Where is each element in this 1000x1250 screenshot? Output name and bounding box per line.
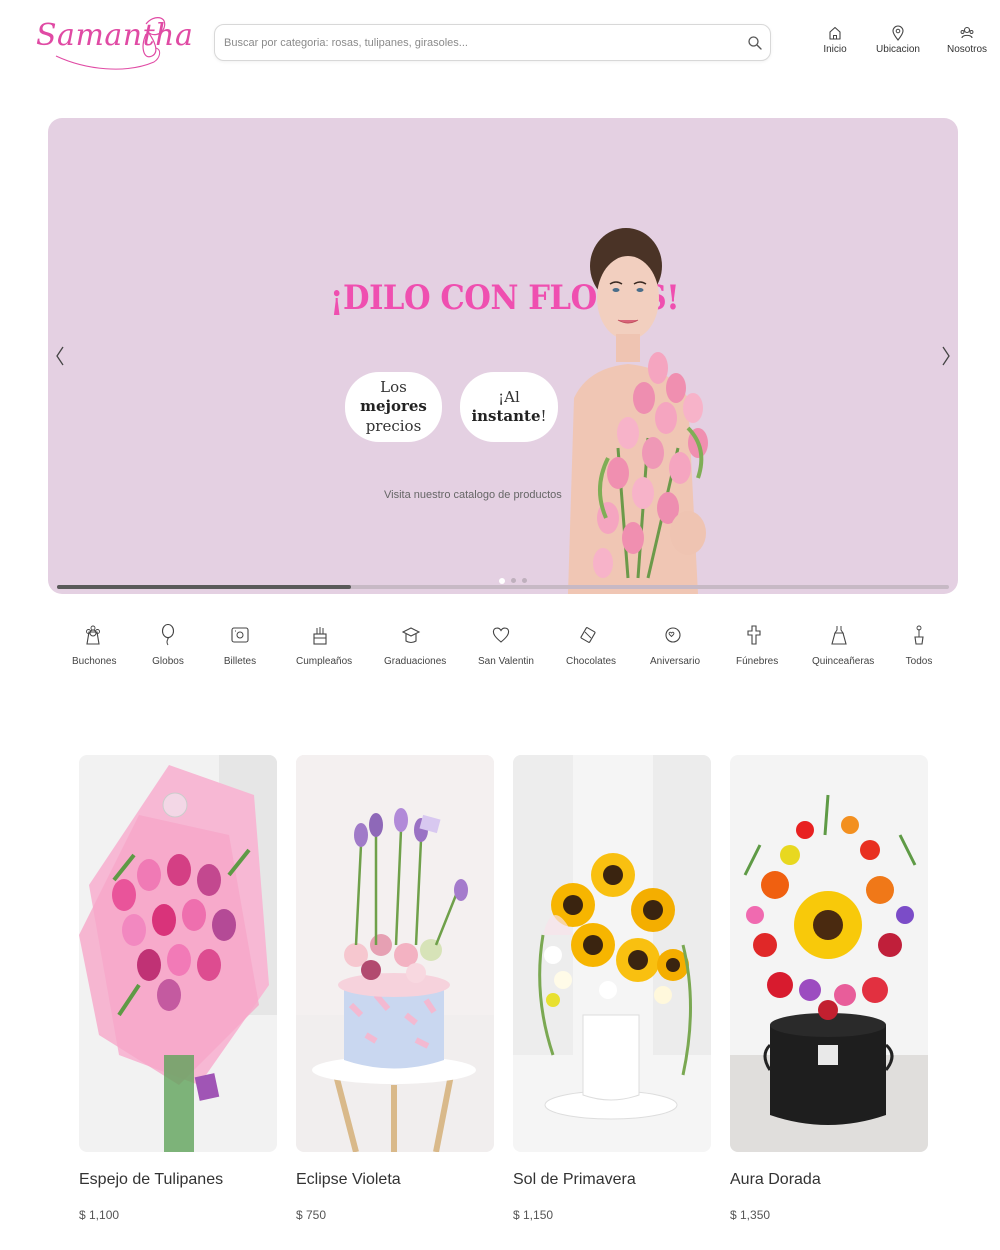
location-pin-icon — [892, 25, 904, 41]
product-card[interactable]: Sol de Primavera $ 1,150 — [513, 755, 711, 1222]
chevron-left-icon[interactable] — [53, 344, 67, 368]
pill-instant: ¡Al instante! — [460, 372, 558, 442]
category-aniversario[interactable]: Aniversario — [650, 624, 701, 667]
flower-icon — [86, 625, 100, 645]
category-globos[interactable]: Globos — [150, 624, 186, 667]
category-label: San Valentin — [478, 656, 534, 667]
category-bar: Buchones Globos Billetes Cumpleaños Grad… — [0, 624, 1000, 684]
product-card[interactable]: Espejo de Tulipanes $ 1,100 — [79, 755, 277, 1222]
category-label: Chocolates — [566, 656, 617, 667]
chevron-right-icon[interactable] — [939, 344, 953, 368]
product-card[interactable]: Eclipse Violeta $ 750 — [296, 755, 494, 1222]
people-icon — [960, 26, 974, 39]
category-label: Cumpleaños — [296, 656, 353, 667]
pill-best-prices: Los mejores precios — [345, 372, 442, 442]
pill-1-bold: mejores — [360, 397, 427, 416]
logo[interactable]: Samantha — [36, 12, 193, 78]
product-image-eclipse[interactable] — [296, 755, 494, 1152]
banknote-icon — [231, 627, 249, 643]
nav-nosotros[interactable]: Nosotros — [944, 25, 990, 65]
logo-text: Samantha — [36, 18, 194, 53]
category-quinceaneras[interactable]: Quinceañeras — [812, 624, 875, 667]
product-price: $ 750 — [296, 1208, 327, 1222]
product-image-tulips[interactable] — [79, 755, 277, 1152]
product-name[interactable]: Eclipse Violeta — [296, 1171, 401, 1189]
sunflower-vase-image — [513, 755, 711, 1152]
woman-with-tulips-image — [568, 228, 708, 594]
category-buchones[interactable]: Buchones — [72, 624, 117, 667]
product-name[interactable]: Espejo de Tulipanes — [79, 1171, 223, 1189]
category-label: Globos — [152, 656, 184, 667]
nav-ubicacion-label: Ubicacion — [876, 44, 920, 55]
anniversary-icon — [665, 627, 681, 643]
product-price: $ 1,350 — [730, 1208, 771, 1222]
candy-icon — [580, 627, 596, 643]
category-san-valentin[interactable]: San Valentin — [478, 624, 534, 667]
slider-dot[interactable] — [511, 578, 516, 583]
category-label: Buchones — [72, 656, 117, 667]
slider-dot[interactable] — [499, 578, 505, 584]
nav-nosotros-label: Nosotros — [946, 44, 987, 55]
category-graduaciones[interactable]: Graduaciones — [384, 624, 447, 667]
mixed-flower-box-image — [730, 755, 928, 1152]
category-label: Billetes — [223, 656, 257, 667]
balloon-icon — [161, 624, 175, 646]
category-funebres[interactable]: Fúnebres — [736, 624, 779, 667]
cake-icon — [313, 627, 327, 645]
product-image-aura[interactable] — [730, 755, 928, 1152]
cross-icon — [747, 625, 761, 645]
pill-2-end: ! — [540, 407, 547, 425]
search-bar — [214, 24, 771, 61]
dress-icon — [831, 626, 847, 645]
product-name[interactable]: Sol de Primavera — [513, 1171, 636, 1189]
violet-box-arrangement-image — [296, 755, 494, 1152]
nav-inicio-label: Inicio — [823, 44, 847, 55]
search-icon[interactable] — [747, 35, 763, 51]
pill-2-plain: ¡Al — [498, 387, 520, 406]
category-todos[interactable]: Todos — [902, 624, 936, 667]
graduation-cap-icon — [401, 627, 421, 644]
slider-progress-track — [57, 585, 949, 589]
pill-1-line2: precios — [365, 416, 422, 435]
slider-dot[interactable] — [522, 578, 527, 583]
pill-1-plain: Los — [380, 377, 407, 396]
product-price: $ 1,100 — [79, 1208, 120, 1222]
category-label: Quinceañeras — [812, 656, 875, 667]
header: Samantha Inicio Ubicacion Nosotros — [0, 0, 1000, 90]
slider-dots — [499, 578, 527, 584]
pill-2-bold: instante — [471, 407, 541, 425]
pink-tulip-bouquet-image — [79, 755, 277, 1152]
search-input[interactable] — [224, 33, 744, 53]
category-label: Todos — [905, 656, 933, 667]
nav-inicio[interactable]: Inicio — [818, 25, 852, 65]
heart-icon — [492, 627, 510, 643]
category-chocolates[interactable]: Chocolates — [566, 624, 617, 667]
product-card[interactable]: Aura Dorada $ 1,350 — [730, 755, 928, 1222]
category-billetes[interactable]: Billetes — [222, 624, 258, 667]
product-price: $ 1,150 — [513, 1208, 554, 1222]
home-icon — [829, 26, 841, 40]
category-label: Fúnebres — [736, 656, 779, 667]
category-label: Aniversario — [650, 656, 701, 667]
hero-subtitle[interactable]: Visita nuestro catalogo de productos — [384, 489, 562, 501]
hero-banner[interactable]: ¡DILO CON FLORES! Los mejores precios ¡A… — [48, 118, 958, 594]
category-label: Graduaciones — [384, 656, 447, 667]
plant-pot-icon — [914, 625, 924, 645]
product-image-sunflowers[interactable] — [513, 755, 711, 1152]
product-name[interactable]: Aura Dorada — [730, 1171, 821, 1189]
slider-progress-fill — [57, 585, 352, 589]
category-cumpleanos[interactable]: Cumpleaños — [296, 624, 353, 667]
nav-ubicacion[interactable]: Ubicacion — [874, 25, 922, 65]
